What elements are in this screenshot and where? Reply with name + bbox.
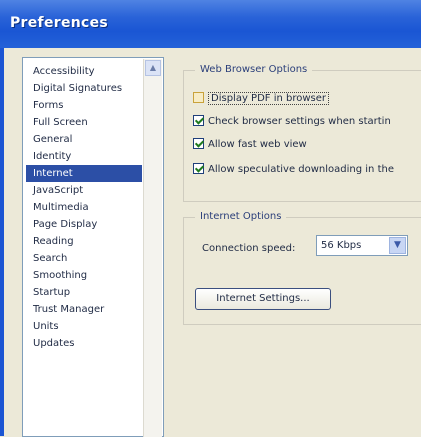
web-browser-options-group xyxy=(183,70,421,202)
connection-speed-value: 56 Kbps xyxy=(321,240,362,251)
connection-speed-select[interactable]: 56 Kbps ▼ xyxy=(316,235,408,256)
category-item-multimedia[interactable]: Multimedia xyxy=(26,199,142,216)
categories-scrollbar[interactable]: ▲ xyxy=(143,59,162,437)
categories-list[interactable]: Accessibility Digital Signatures Forms F… xyxy=(22,57,164,437)
category-item-startup[interactable]: Startup xyxy=(26,284,142,301)
category-item-updates[interactable]: Updates xyxy=(26,335,142,352)
display-pdf-checkbox-row[interactable]: Display PDF in browser xyxy=(193,91,330,107)
category-item-page-display[interactable]: Page Display xyxy=(26,216,142,233)
chevron-down-icon[interactable]: ▼ xyxy=(389,237,406,254)
display-pdf-label: Display PDF in browser xyxy=(208,92,330,105)
category-item-smoothing[interactable]: Smoothing xyxy=(26,267,142,284)
category-item-search[interactable]: Search xyxy=(26,250,142,267)
category-item-forms[interactable]: Forms xyxy=(26,97,142,114)
title-bar[interactable]: Preferences xyxy=(0,0,421,49)
window-title: Preferences xyxy=(10,15,109,31)
web-browser-options-title: Web Browser Options xyxy=(195,63,313,77)
category-item-units[interactable]: Units xyxy=(26,318,142,335)
category-item-internet[interactable]: Internet xyxy=(26,165,142,182)
fast-web-view-checkbox-row[interactable]: Allow fast web view xyxy=(193,137,307,153)
internet-options-title: Internet Options xyxy=(195,210,287,224)
category-item-full-screen[interactable]: Full Screen xyxy=(26,114,142,131)
check-browser-settings-checkbox[interactable] xyxy=(193,115,204,126)
fast-web-view-label: Allow fast web view xyxy=(208,139,307,150)
speculative-download-label: Allow speculative downloading in the xyxy=(208,164,394,175)
speculative-download-checkbox[interactable] xyxy=(193,163,204,174)
category-item-digital-signatures[interactable]: Digital Signatures xyxy=(26,80,142,97)
category-item-reading[interactable]: Reading xyxy=(26,233,142,250)
category-item-javascript[interactable]: JavaScript xyxy=(26,182,142,199)
category-item-accessibility[interactable]: Accessibility xyxy=(26,63,142,80)
category-item-identity[interactable]: Identity xyxy=(26,148,142,165)
category-item-general[interactable]: General xyxy=(26,131,142,148)
check-browser-settings-checkbox-row[interactable]: Check browser settings when startin xyxy=(193,114,391,130)
check-browser-settings-label: Check browser settings when startin xyxy=(208,116,391,127)
display-pdf-checkbox[interactable] xyxy=(193,92,204,103)
connection-speed-label: Connection speed: xyxy=(202,243,296,254)
category-item-trust-manager[interactable]: Trust Manager xyxy=(26,301,142,318)
speculative-download-checkbox-row[interactable]: Allow speculative downloading in the xyxy=(193,162,394,178)
internet-settings-button[interactable]: Internet Settings... xyxy=(195,288,331,310)
fast-web-view-checkbox[interactable] xyxy=(193,138,204,149)
arrow-up-icon[interactable]: ▲ xyxy=(145,60,161,76)
